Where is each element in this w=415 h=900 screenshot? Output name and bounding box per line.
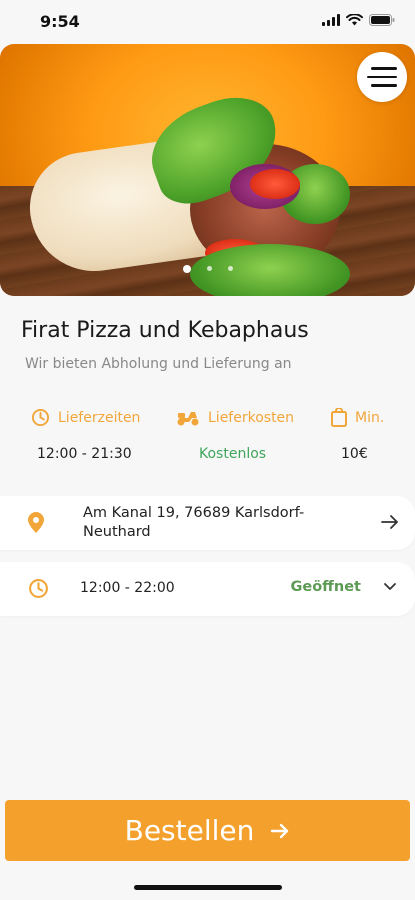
address-line1: Am Kanal 19, 76689 Karlsdorf- xyxy=(83,505,305,521)
shopping-bag-icon xyxy=(331,408,347,427)
scooter-icon xyxy=(177,412,199,426)
opening-hours-card[interactable]: 12:00 - 22:00 Geöffnet xyxy=(0,562,415,616)
arrow-right-icon[interactable] xyxy=(381,514,399,530)
carousel-dot[interactable] xyxy=(227,266,233,271)
restaurant-tagline: Wir bieten Abholung und Lieferung an xyxy=(25,356,292,372)
delivery-times-value: 12:00 - 21:30 xyxy=(37,446,132,462)
delivery-cost-label: Lieferkosten xyxy=(208,409,295,426)
status-icons xyxy=(322,14,395,26)
delivery-times-header: Lieferzeiten xyxy=(31,408,140,427)
hero-image[interactable] xyxy=(0,44,415,296)
clock-icon xyxy=(31,408,50,427)
chevron-down-icon[interactable] xyxy=(383,582,397,592)
hamburger-icon xyxy=(367,75,397,79)
status-bar: 9:54 xyxy=(0,0,415,44)
carousel-dot[interactable] xyxy=(182,265,191,273)
delivery-cost-value: Kostenlos xyxy=(199,446,267,462)
wifi-icon xyxy=(346,14,363,26)
carousel-dots[interactable] xyxy=(0,265,415,273)
restaurant-name: Firat Pizza und Kebaphaus xyxy=(21,318,309,343)
arrow-right-icon xyxy=(271,823,289,838)
menu-button[interactable] xyxy=(357,52,407,102)
address-line2: Neuthard xyxy=(83,524,151,540)
hero-tomato xyxy=(250,169,300,199)
minimum-value: 10€ xyxy=(341,446,368,462)
clock-icon xyxy=(29,579,48,598)
open-status-badge: Geöffnet xyxy=(290,579,361,595)
battery-icon xyxy=(369,14,395,26)
location-pin-icon xyxy=(28,512,44,533)
order-button-label: Bestellen xyxy=(124,814,255,847)
hours-time: 12:00 - 22:00 xyxy=(80,580,175,596)
home-indicator[interactable] xyxy=(134,885,282,890)
minimum-label: Min. xyxy=(355,409,385,426)
hamburger-icon xyxy=(371,67,397,70)
carousel-dot[interactable] xyxy=(206,266,212,271)
hamburger-icon xyxy=(371,84,397,87)
status-time: 9:54 xyxy=(40,12,80,31)
minimum-header: Min. xyxy=(331,408,384,427)
signal-icon xyxy=(322,14,340,26)
address-card[interactable]: Am Kanal 19, 76689 Karlsdorf- Neuthard xyxy=(0,496,415,550)
address-text: Am Kanal 19, 76689 Karlsdorf- Neuthard xyxy=(83,504,353,542)
order-button[interactable]: Bestellen xyxy=(5,800,410,861)
delivery-times-label: Lieferzeiten xyxy=(58,409,141,426)
delivery-cost-header: Lieferkosten xyxy=(176,408,294,427)
